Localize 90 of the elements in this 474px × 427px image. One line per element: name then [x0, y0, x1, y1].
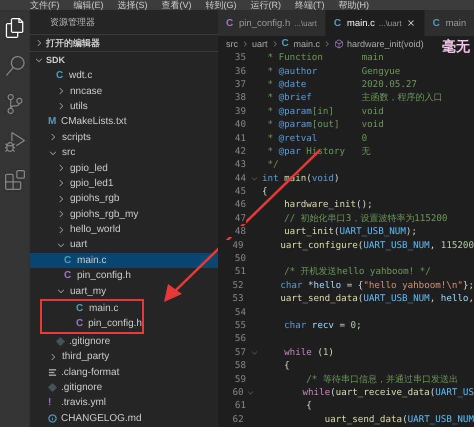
- file-type-icon: C: [64, 270, 73, 282]
- file-item[interactable]: M CMakeLists.txt: [30, 114, 218, 130]
- folder-item[interactable]: gpio_led1: [30, 176, 218, 192]
- folder-item[interactable]: third_party: [30, 349, 218, 364]
- menu-item[interactable]: 终端(T): [295, 0, 324, 10]
- code-line: * @date 2020.05.27: [266, 78, 417, 90]
- line-number: 49: [218, 240, 244, 251]
- branch-icon[interactable]: [5, 94, 25, 114]
- files-icon[interactable]: [5, 18, 25, 38]
- code-line: * @author Gengyue: [266, 66, 400, 77]
- file-item[interactable]: CHANGELOG.md: [30, 410, 218, 426]
- code-line: uart_send_data(UART_USB_NUM, hello,: [279, 293, 474, 304]
- editor-tab[interactable]: C pin_config.h ...\uart: [218, 10, 326, 36]
- code-line: char *hello = {"hello yahboom!\n"};: [279, 280, 474, 291]
- folder-item[interactable]: uart: [30, 237, 218, 253]
- menu-item[interactable]: 查看(V): [162, 0, 192, 10]
- code-line: /* 等待串口信息，并通过串口发送出: [305, 372, 458, 386]
- file-type-icon: C: [226, 18, 235, 28]
- folder-item[interactable]: src: [30, 144, 218, 160]
- file-item[interactable]: C pin_config.h: [30, 268, 218, 284]
- chevron-right-icon: [323, 40, 332, 48]
- code-line: uart_send_data(UART_USB_NUM: [324, 414, 474, 425]
- file-type-icon: C: [432, 18, 442, 28]
- code-line: * @brief 主函数，程序的入口: [266, 91, 443, 104]
- close-icon[interactable]: [406, 18, 416, 28]
- file-type-icon: C: [76, 303, 85, 314]
- code-line: uart_configure(UART_USB_NUM, 115200: [279, 240, 474, 251]
- code-line: hardware_init();: [283, 199, 373, 210]
- folder-item[interactable]: gpio_led: [30, 160, 218, 176]
- file-type-icon: C: [56, 70, 65, 82]
- menu-item[interactable]: 运行(R): [250, 0, 281, 10]
- code-line: * @param[out] void: [266, 119, 384, 130]
- folder-item[interactable]: utils: [30, 98, 218, 114]
- breadcrumb-item[interactable]: uart: [252, 38, 268, 48]
- file-type-icon: C: [334, 18, 343, 28]
- menu-item[interactable]: 文件(F): [30, 0, 60, 10]
- code-line: * @retval 0: [266, 132, 368, 144]
- menu-item[interactable]: 编辑(E): [74, 0, 104, 10]
- folder-item[interactable]: uart_my: [30, 283, 218, 299]
- file-item[interactable]: .gitignore: [30, 380, 218, 396]
- file-item[interactable]: .clang-format: [30, 364, 218, 380]
- breadcrumb-item[interactable]: hardware_init(void): [347, 38, 424, 48]
- search-icon[interactable]: [5, 56, 25, 76]
- code-line: // 初始化串口3，设置波特率为115200: [283, 212, 448, 225]
- folder-item[interactable]: gpiohs_rgb: [30, 191, 218, 207]
- diamond-icon: [48, 383, 57, 392]
- code-line: * @param[in] void: [266, 106, 384, 117]
- code-line: {: [283, 360, 290, 372]
- code-line: /* 开机发送hello yahboom! */: [283, 265, 431, 278]
- folder-item[interactable]: nncase: [30, 83, 218, 99]
- code-line: * Function main: [266, 52, 384, 64]
- code-line: {: [305, 400, 312, 412]
- file-type-icon: M: [48, 116, 57, 128]
- code-line: */: [266, 159, 279, 170]
- cube-icon: [334, 38, 344, 48]
- sidebar-title: 资源管理器: [49, 16, 96, 29]
- extensions-icon[interactable]: [5, 170, 25, 190]
- editor-tab[interactable]: C main: [424, 10, 474, 36]
- folder-item[interactable]: hello_world: [30, 222, 218, 238]
- file-type-icon: !: [48, 397, 57, 408]
- menu-item[interactable]: 帮助(H): [338, 0, 369, 10]
- file-item[interactable]: C main.c: [42, 300, 142, 316]
- lines-icon: [48, 368, 57, 377]
- menu-item[interactable]: 转到(G): [206, 0, 236, 10]
- file-item[interactable]: C wdt.c: [30, 68, 218, 84]
- menu-item[interactable]: 选择(S): [118, 0, 148, 10]
- section-header[interactable]: 打开的编辑器: [30, 34, 218, 51]
- folder-item[interactable]: scripts: [30, 130, 218, 145]
- file-type-icon: C: [64, 254, 73, 266]
- code-line: while (1): [283, 346, 334, 358]
- play-bug-icon[interactable]: [5, 132, 25, 152]
- file-item[interactable]: ! .travis.yml: [30, 395, 218, 411]
- code-line: while(uart_receive_data(UART_US: [301, 386, 474, 398]
- breadcrumb-item[interactable]: src: [226, 38, 238, 48]
- file-type-icon: C: [282, 38, 291, 49]
- code-line: char recv = 0;: [283, 320, 362, 331]
- code-line: uart_init(UART_USB_NUM);: [283, 226, 417, 238]
- file-item[interactable]: .gitignore: [30, 334, 218, 350]
- code-line: {: [262, 186, 268, 198]
- breadcrumb-item[interactable]: main.c: [294, 38, 320, 48]
- editor-tab[interactable]: C main.c ...\uart: [326, 10, 425, 36]
- folder-item[interactable]: gpiohs_rgb_my: [30, 206, 218, 222]
- file-type-icon: C: [76, 318, 84, 330]
- section-header[interactable]: SDK: [30, 51, 218, 68]
- diamond-icon: [56, 336, 65, 346]
- overlay-text: 毫无: [442, 38, 470, 56]
- file-item[interactable]: C pin_config.h: [42, 316, 142, 332]
- info-circle-icon: [48, 414, 57, 423]
- file-item[interactable]: C main.c: [30, 252, 218, 268]
- chevron-right-icon: [241, 40, 249, 48]
